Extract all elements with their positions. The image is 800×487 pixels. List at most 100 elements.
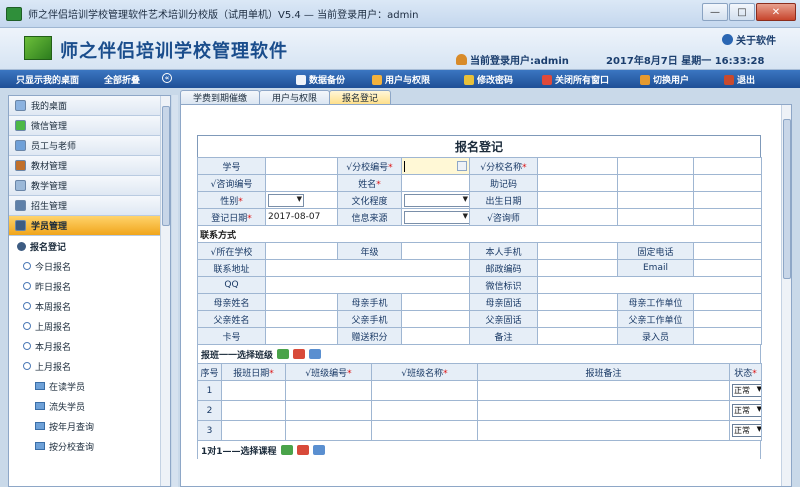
about-button[interactable]: 关于软件 [722,32,776,47]
mother-phone-field[interactable] [537,293,618,311]
sidebar-item-teaching[interactable]: 教学管理 [9,176,170,196]
status-dropdown[interactable]: 正常 [732,404,761,417]
table-row[interactable]: 3 正常 [197,420,762,441]
sidebar-item-materials[interactable]: 教材管理 [9,156,170,176]
content-scroll-thumb[interactable] [783,119,791,279]
gender-select[interactable] [265,191,338,209]
status-cell[interactable]: 正常 [729,420,762,441]
student-no-field[interactable] [265,157,338,175]
sidebar-item-enrollment[interactable]: 招生管理 [9,196,170,216]
info-source-select[interactable] [401,208,470,226]
add-row-icon[interactable] [277,349,290,359]
sidebar-item-wechat[interactable]: 微信管理 [9,116,170,136]
mother-name-field[interactable] [265,293,338,311]
tab-fee-due[interactable]: 学费到期催缴 [180,90,261,104]
backup-button[interactable]: 数据备份 [296,73,345,86]
grade-field[interactable] [401,242,470,260]
status-dropdown[interactable]: 正常 [732,424,761,437]
add-row-icon[interactable] [280,445,293,455]
father-name-field[interactable] [265,310,338,328]
wechat-field[interactable] [537,276,762,294]
consultant-field[interactable] [537,208,618,226]
mother-work-field[interactable] [693,293,762,311]
collapse-all-button[interactable]: 全部折叠 [104,73,140,86]
education-dropdown[interactable] [404,193,469,207]
reg-date-field[interactable]: 2017-08-07 [265,208,338,226]
phone-field[interactable] [693,242,762,260]
sidebar-scroll-thumb[interactable] [162,106,170,226]
cell[interactable] [477,420,730,441]
sub-item-register[interactable]: 报名登记 [9,236,170,256]
change-password-button[interactable]: 修改密码 [464,73,513,86]
cell[interactable] [285,380,372,401]
name-field[interactable] [401,174,470,192]
sub-item-this-month[interactable]: 本月报名 [9,336,170,356]
education-select[interactable] [401,191,470,209]
father-phone-field[interactable] [537,310,618,328]
sub-item-lost[interactable]: 流失学员 [9,396,170,416]
gender-dropdown[interactable] [268,193,304,207]
table-row[interactable]: 2 正常 [197,400,762,421]
cell[interactable] [477,380,730,401]
panel-splitter[interactable] [172,95,178,487]
cell[interactable] [221,400,286,421]
collapse-sidebar-button[interactable]: « [162,73,172,83]
birthday-field[interactable] [537,191,618,209]
address-field[interactable] [265,259,470,277]
gift-points-field[interactable] [401,327,470,345]
entered-by-field[interactable] [693,327,762,345]
mnemonic-field[interactable] [537,174,618,192]
status-cell[interactable]: 正常 [729,380,762,401]
lookup-icon[interactable] [457,160,467,171]
users-perms-button[interactable]: 用户与权限 [372,73,430,86]
father-mobile-field[interactable] [401,310,470,328]
tab-users-perms[interactable]: 用户与权限 [259,90,331,104]
status-dropdown[interactable]: 正常 [732,384,761,397]
sub-item-this-week[interactable]: 本周报名 [9,296,170,316]
campus-no-field[interactable] [401,157,470,175]
postcode-field[interactable] [537,259,618,277]
cell[interactable] [371,420,478,441]
edit-row-icon[interactable] [312,445,325,455]
sidebar-item-staff[interactable]: 员工与老师 [9,136,170,156]
sub-item-today[interactable]: 今日报名 [9,256,170,276]
sidebar-item-students[interactable]: 学员管理 [9,216,170,236]
sidebar-scrollbar[interactable] [160,96,170,486]
cell[interactable] [221,380,286,401]
cell[interactable] [371,400,478,421]
close-all-button[interactable]: 关闭所有窗口 [542,73,609,86]
school-field[interactable] [265,242,338,260]
mother-mobile-field[interactable] [401,293,470,311]
sub-item-last-week[interactable]: 上周报名 [9,316,170,336]
cell[interactable] [285,400,372,421]
sidebar-item-desktop[interactable]: 我的桌面 [9,96,170,116]
show-desktop-button[interactable]: 只显示我的桌面 [16,73,79,86]
status-cell[interactable]: 正常 [729,400,762,421]
email-field[interactable] [693,259,762,277]
qq-field[interactable] [265,276,470,294]
table-row[interactable]: 1 正常 [197,380,762,401]
consult-no-field[interactable] [265,174,338,192]
switch-user-button[interactable]: 切换用户 [640,73,689,86]
edit-row-icon[interactable] [309,349,322,359]
cell[interactable] [477,400,730,421]
sub-item-by-campus[interactable]: 按分校查询 [9,436,170,456]
father-work-field[interactable] [693,310,762,328]
campus-name-field[interactable] [537,157,618,175]
card-no-field[interactable] [265,327,338,345]
sub-item-studying[interactable]: 在读学员 [9,376,170,396]
cell[interactable] [371,380,478,401]
maximize-button[interactable]: □ [729,3,755,21]
delete-row-icon[interactable] [293,349,306,359]
delete-row-icon[interactable] [296,445,309,455]
mobile-field[interactable] [537,242,618,260]
remark-field[interactable] [537,327,618,345]
sub-item-by-year[interactable]: 按年月查询 [9,416,170,436]
sub-item-last-month[interactable]: 上月报名 [9,356,170,376]
content-scrollbar[interactable] [781,105,791,486]
exit-button[interactable]: 退出 [724,73,755,86]
cell[interactable] [285,420,372,441]
minimize-button[interactable]: — [702,3,728,21]
sub-item-yesterday[interactable]: 昨日报名 [9,276,170,296]
cell[interactable] [221,420,286,441]
